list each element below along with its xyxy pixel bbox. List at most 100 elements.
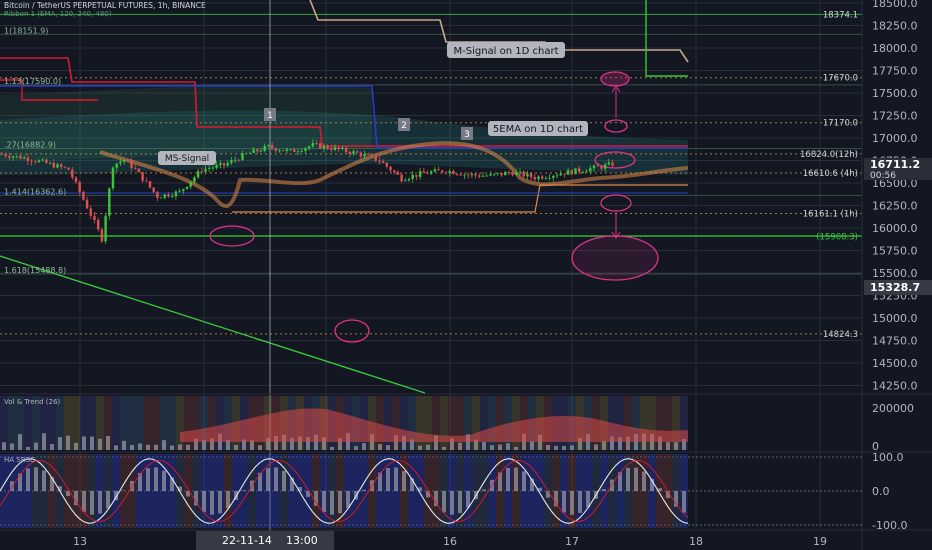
annotation-ms-signal[interactable]: MS-Signal [158, 151, 216, 165]
candle-body [570, 170, 573, 175]
candle-body [563, 173, 566, 175]
price-chart[interactable]: M-Signal on 1D chart 5EMA on 1D chart MS… [0, 0, 932, 550]
candle-body [200, 171, 203, 172]
candle-body [444, 172, 448, 174]
osc-histogram-bar [602, 489, 606, 491]
candle-body [559, 173, 562, 176]
candle-body [30, 161, 33, 162]
candle-body [85, 199, 89, 209]
candle-body [23, 157, 26, 159]
candle-body [56, 164, 59, 168]
candle-body [163, 194, 166, 198]
candle-body [385, 162, 388, 167]
candle-body [219, 163, 222, 165]
price-tick-label: 14500.0 [872, 357, 918, 370]
volume-bar [426, 444, 430, 450]
volume-bar [570, 445, 574, 450]
candle-body [211, 167, 215, 169]
candle-body [304, 148, 307, 151]
wave-marker-2-label: 2 [401, 121, 407, 131]
osc-histogram-bar [546, 491, 550, 498]
wave-marker-1[interactable]: 1 [264, 108, 276, 121]
volume-panel-title: Vol & Trend (26) [4, 398, 60, 406]
osc-histogram-bar [322, 491, 326, 513]
candle-body [282, 150, 285, 152]
candle-body [537, 176, 540, 180]
candle-body [578, 168, 581, 172]
candle-body [311, 143, 314, 147]
fib-label: 1.414(16362.6) [4, 187, 66, 196]
candle-body [4, 154, 7, 157]
candle-body [134, 168, 137, 169]
volume-bar [330, 446, 334, 450]
candle-body [337, 147, 340, 150]
candle-body [252, 149, 255, 153]
volume-bar [378, 444, 382, 450]
candle-body [319, 143, 322, 149]
wave-marker-3[interactable]: 3 [461, 127, 473, 140]
osc-histogram-bar [442, 491, 446, 513]
volume-bar [58, 437, 62, 450]
candle-body [333, 147, 337, 151]
volume-bar [506, 443, 510, 450]
volume-bar [74, 442, 78, 450]
volume-bar [146, 444, 150, 450]
candle-body [222, 163, 226, 166]
osc-histogram-bar [282, 470, 286, 491]
annotation-5ema[interactable]: 5EMA on 1D chart [488, 121, 588, 136]
osc-histogram-bar [146, 468, 150, 491]
candle-body [11, 156, 15, 158]
candle-body [263, 145, 266, 151]
candle-body [267, 145, 270, 147]
candle-body [581, 171, 585, 173]
level-label: 16161.1 (1h) [803, 210, 858, 220]
candle-body [589, 168, 592, 172]
price-tick-label: 17000.0 [872, 132, 918, 145]
candle-body [26, 157, 30, 162]
candle-body [596, 165, 599, 167]
candle-body [167, 194, 170, 197]
volume-bar [674, 442, 678, 450]
candle-body [289, 149, 292, 151]
candle-body [378, 160, 381, 162]
candle-body [511, 172, 514, 175]
candle-body [34, 161, 37, 163]
wave-marker-3-label: 3 [464, 130, 470, 140]
price-tick-label: 15500.0 [872, 267, 918, 280]
candle-body [370, 154, 374, 157]
volume-background-bar [144, 396, 152, 450]
osc-histogram-bar [90, 491, 94, 515]
candle-body [178, 190, 181, 192]
wave-marker-2[interactable]: 2 [398, 118, 410, 131]
fib-label: 1.618(15488.8) [4, 266, 66, 275]
crosshair-time: 13:00 [286, 534, 318, 547]
candle-body [415, 174, 418, 177]
candle-body [248, 152, 252, 154]
candle-body [529, 173, 533, 178]
osc-histogram-bar [34, 467, 38, 491]
candle-body [585, 171, 588, 173]
candle-body [63, 166, 67, 168]
candle-body [441, 170, 444, 173]
candle-body [430, 171, 433, 174]
annotation-m-signal[interactable]: M-Signal on 1D chart [447, 42, 565, 58]
candle-body [315, 143, 318, 144]
osc-histogram-bar [682, 491, 686, 513]
volume-bar [418, 445, 422, 450]
volume-bar [138, 443, 142, 450]
volume-background-bar [128, 396, 136, 450]
price-tick-label: 18250.0 [872, 20, 918, 33]
candle-body [233, 159, 237, 161]
volume-bar [82, 436, 86, 450]
candle-body [108, 188, 111, 216]
time-tick-label: 13 [73, 535, 87, 548]
osc-histogram-bar [210, 491, 214, 515]
volume-bar [130, 444, 134, 450]
volume-bar [458, 442, 462, 450]
candle-body [611, 162, 614, 166]
candle-body [241, 153, 244, 161]
volume-bar [562, 446, 566, 450]
candle-body [45, 159, 48, 163]
candle-body [459, 174, 462, 176]
osc-histogram-bar [482, 489, 486, 491]
